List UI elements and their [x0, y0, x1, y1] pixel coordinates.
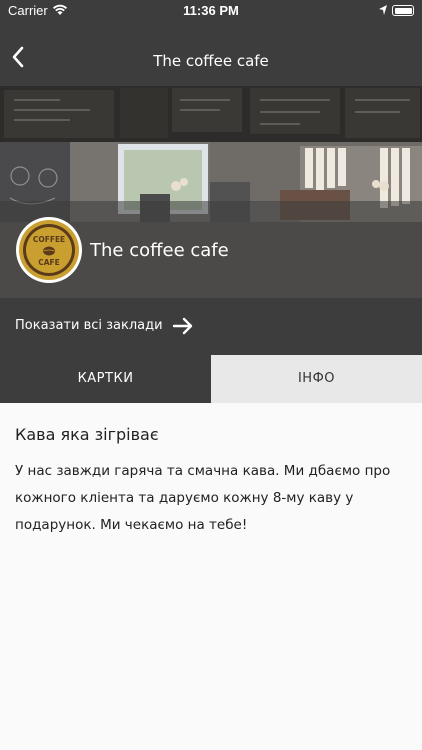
battery-icon: [392, 5, 414, 16]
clock: 11:36 PM: [183, 3, 239, 18]
info-heading: Кава яка зігріває: [15, 425, 159, 444]
tab-info[interactable]: ІНФО: [211, 355, 422, 403]
page-title: The coffee cafe: [153, 52, 269, 70]
info-panel: Кава яка зігріває У нас завжди гаряча та…: [0, 403, 422, 750]
status-bar: Carrier 11:36 PM: [0, 0, 422, 24]
tab-cards[interactable]: КАРТКИ: [0, 355, 211, 403]
location-arrow-icon: [379, 5, 387, 15]
nav-bar: The coffee cafe: [0, 24, 422, 88]
svg-text:CAFE: CAFE: [38, 258, 60, 267]
shop-name: The coffee cafe: [90, 240, 229, 261]
info-body: У нас завжди гаряча та смачна кава. Ми д…: [15, 463, 391, 533]
svg-text:COFFEE: COFFEE: [33, 235, 65, 244]
show-all-label: Показати всі заклади: [15, 318, 163, 333]
cafe-logo: COFFEE CAFE: [16, 217, 82, 283]
hero-image: COFFEE CAFE The coffee cafe: [0, 86, 422, 298]
show-all-venues-link[interactable]: Показати всі заклади: [0, 298, 422, 355]
tab-bar: КАРТКИ ІНФО: [0, 355, 422, 403]
arrow-right-icon: [172, 317, 193, 335]
